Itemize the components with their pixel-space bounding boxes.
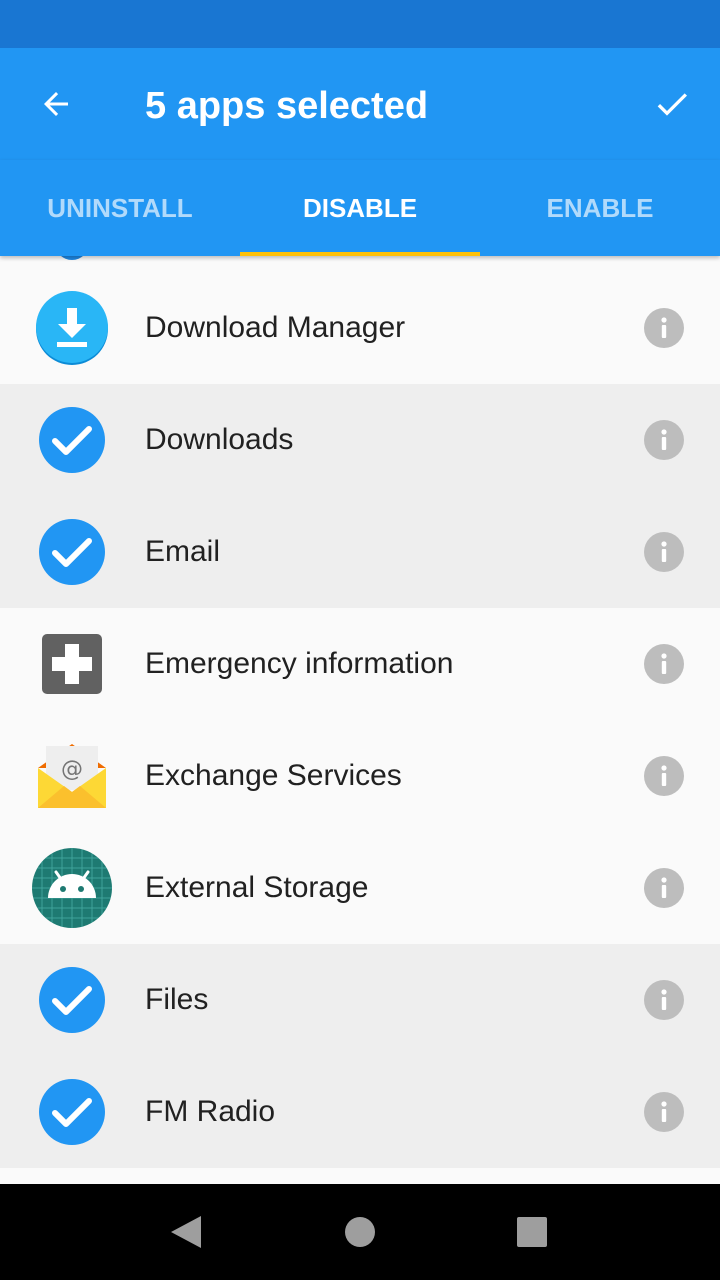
app-name: Downloads — [145, 423, 294, 456]
tab-indicator — [240, 252, 480, 256]
app-name: Emergency information — [145, 647, 454, 680]
tab-enable[interactable]: ENABLE — [480, 160, 720, 256]
page-title: 5 apps selected — [145, 85, 429, 127]
action-tabs: UNINSTALL DISABLE ENABLE — [0, 160, 720, 256]
arrow-back-icon — [44, 92, 68, 116]
app-name: Exchange Services — [145, 759, 402, 792]
status-bar — [0, 0, 720, 48]
tab-disable[interactable]: DISABLE — [240, 160, 480, 256]
app-row[interactable]: FM Radio — [0, 1056, 720, 1168]
download-manager-icon — [32, 290, 112, 366]
nav-recents-icon — [517, 1217, 547, 1247]
app-name: Email — [145, 535, 221, 568]
app-row[interactable]: Files — [0, 944, 720, 1056]
check-icon — [657, 93, 687, 116]
nav-home-button[interactable] — [312, 1184, 408, 1280]
checked-circle-icon — [32, 962, 112, 1038]
emergency-info-icon — [32, 626, 112, 702]
app-row[interactable]: Email — [0, 496, 720, 608]
info-icon[interactable] — [644, 980, 684, 1020]
exchange-envelope-icon: @ — [32, 738, 112, 814]
app-name: Download Manager — [145, 311, 406, 344]
info-icon[interactable] — [644, 868, 684, 908]
tab-uninstall[interactable]: UNINSTALL — [0, 160, 240, 256]
app-name: Files — [145, 983, 209, 1016]
partial-app-icon — [55, 256, 89, 260]
checked-circle-icon — [32, 514, 112, 590]
app-row[interactable]: Downloads — [0, 384, 720, 496]
info-icon[interactable] — [644, 1092, 684, 1132]
nav-back-icon — [171, 1216, 201, 1248]
app-row[interactable]: External Storage — [0, 832, 720, 944]
checked-circle-icon — [32, 1074, 112, 1150]
app-name: External Storage — [145, 871, 369, 904]
back-button[interactable] — [24, 76, 88, 132]
info-icon[interactable] — [644, 532, 684, 572]
checked-circle-icon — [32, 402, 112, 478]
app-row[interactable]: Download Manager — [0, 272, 720, 384]
nav-back-button[interactable] — [138, 1184, 234, 1280]
app-row[interactable]: Emergency information — [0, 608, 720, 720]
info-icon[interactable] — [644, 644, 684, 684]
info-icon[interactable] — [644, 308, 684, 348]
app-row[interactable]: @ Exchange Services — [0, 720, 720, 832]
info-icon[interactable] — [644, 756, 684, 796]
nav-home-icon — [345, 1217, 375, 1247]
info-icon[interactable] — [644, 420, 684, 460]
app-name: FM Radio — [145, 1095, 276, 1128]
nav-recents-button[interactable] — [484, 1184, 580, 1280]
app-list[interactable]: Download Manager Downloads Email Emergen… — [0, 256, 720, 1168]
system-nav-bar — [0, 1184, 720, 1280]
app-toolbar: 5 apps selected — [0, 48, 720, 160]
android-storage-icon — [32, 848, 112, 928]
confirm-button[interactable] — [640, 76, 704, 132]
svg-text:@: @ — [61, 757, 83, 782]
